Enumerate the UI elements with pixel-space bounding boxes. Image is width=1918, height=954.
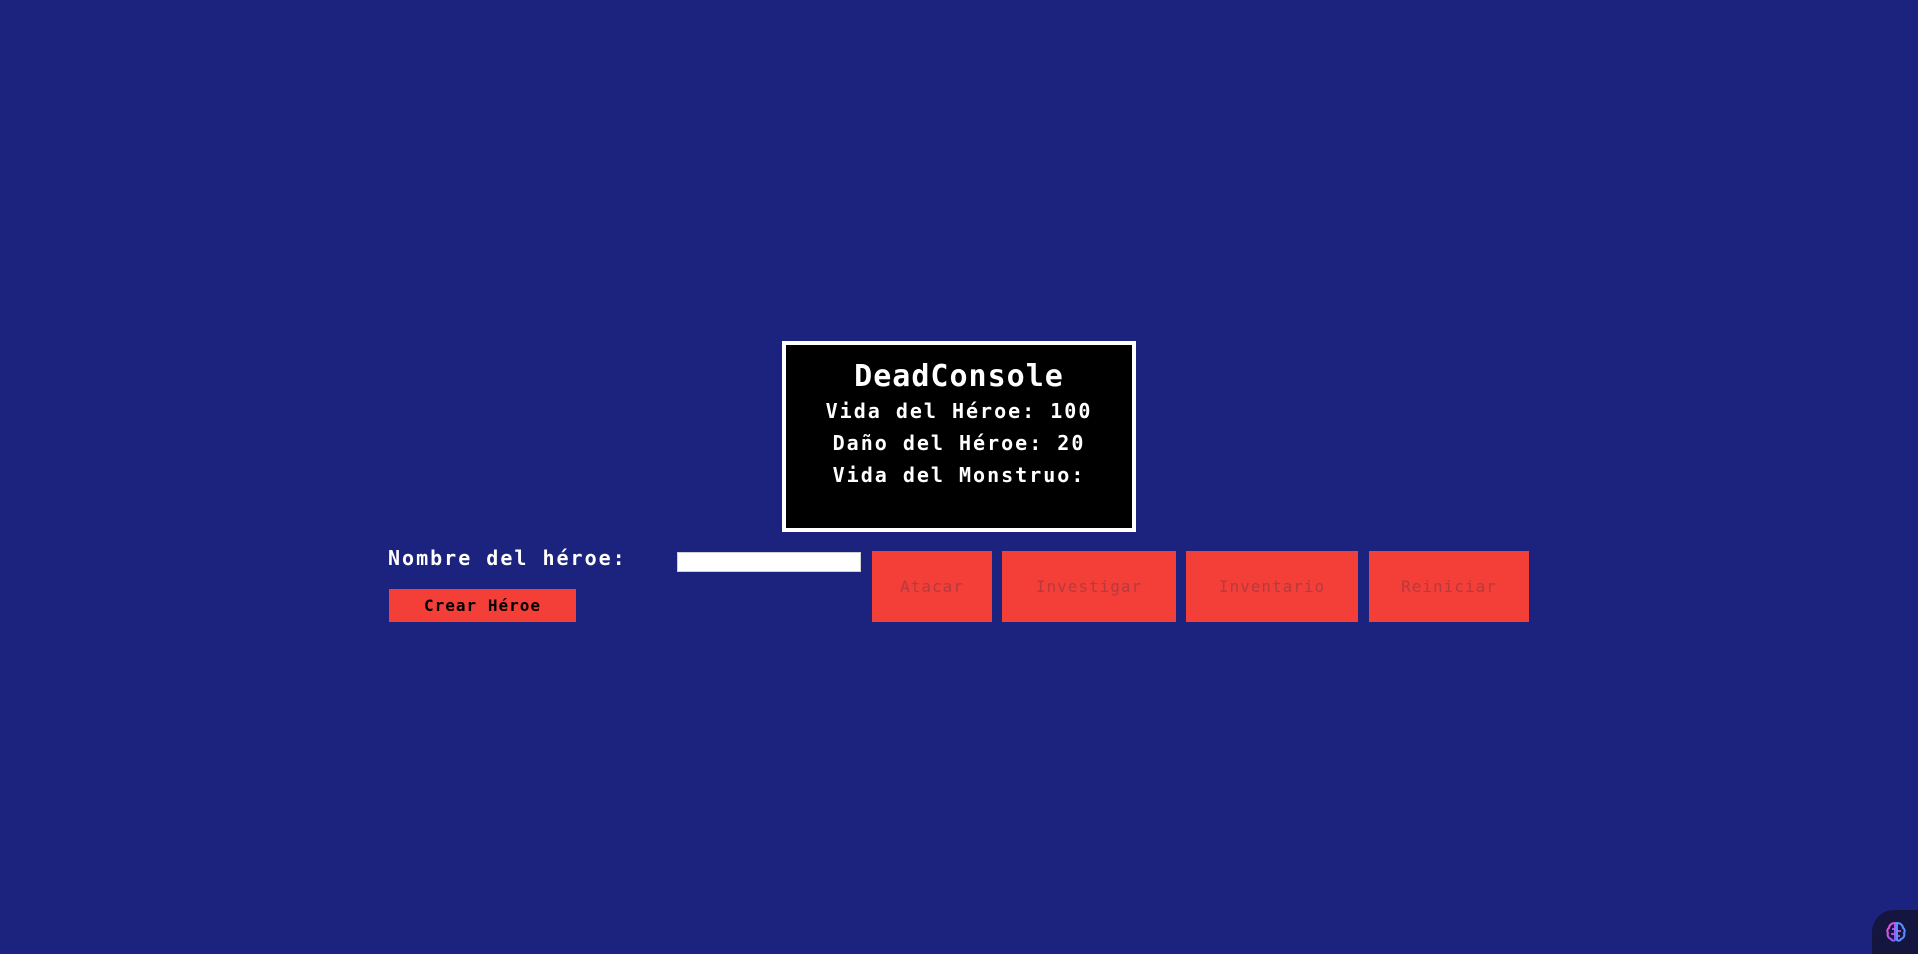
monster-life-stat: Vida del Monstruo: <box>832 463 1086 487</box>
brain-icon <box>1886 921 1906 942</box>
game-screen: DeadConsole Vida del Héroe: 100 Daño del… <box>0 0 1918 954</box>
hero-name-input[interactable] <box>677 552 861 572</box>
inventory-button[interactable]: Inventario <box>1186 551 1358 622</box>
game-console: DeadConsole Vida del Héroe: 100 Daño del… <box>782 341 1136 532</box>
hero-life-stat: Vida del Héroe: 100 <box>825 399 1093 423</box>
attack-button[interactable]: Atacar <box>872 551 992 622</box>
hero-damage-stat: Daño del Héroe: 20 <box>832 431 1086 455</box>
hero-name-label: Nombre del héroe: <box>388 546 627 570</box>
extension-widget[interactable] <box>1872 910 1918 954</box>
create-hero-button[interactable]: Crear Héroe <box>389 589 576 622</box>
game-title: DeadConsole <box>854 359 1064 394</box>
investigate-button[interactable]: Investigar <box>1002 551 1176 622</box>
restart-button[interactable]: Reiniciar <box>1369 551 1529 622</box>
